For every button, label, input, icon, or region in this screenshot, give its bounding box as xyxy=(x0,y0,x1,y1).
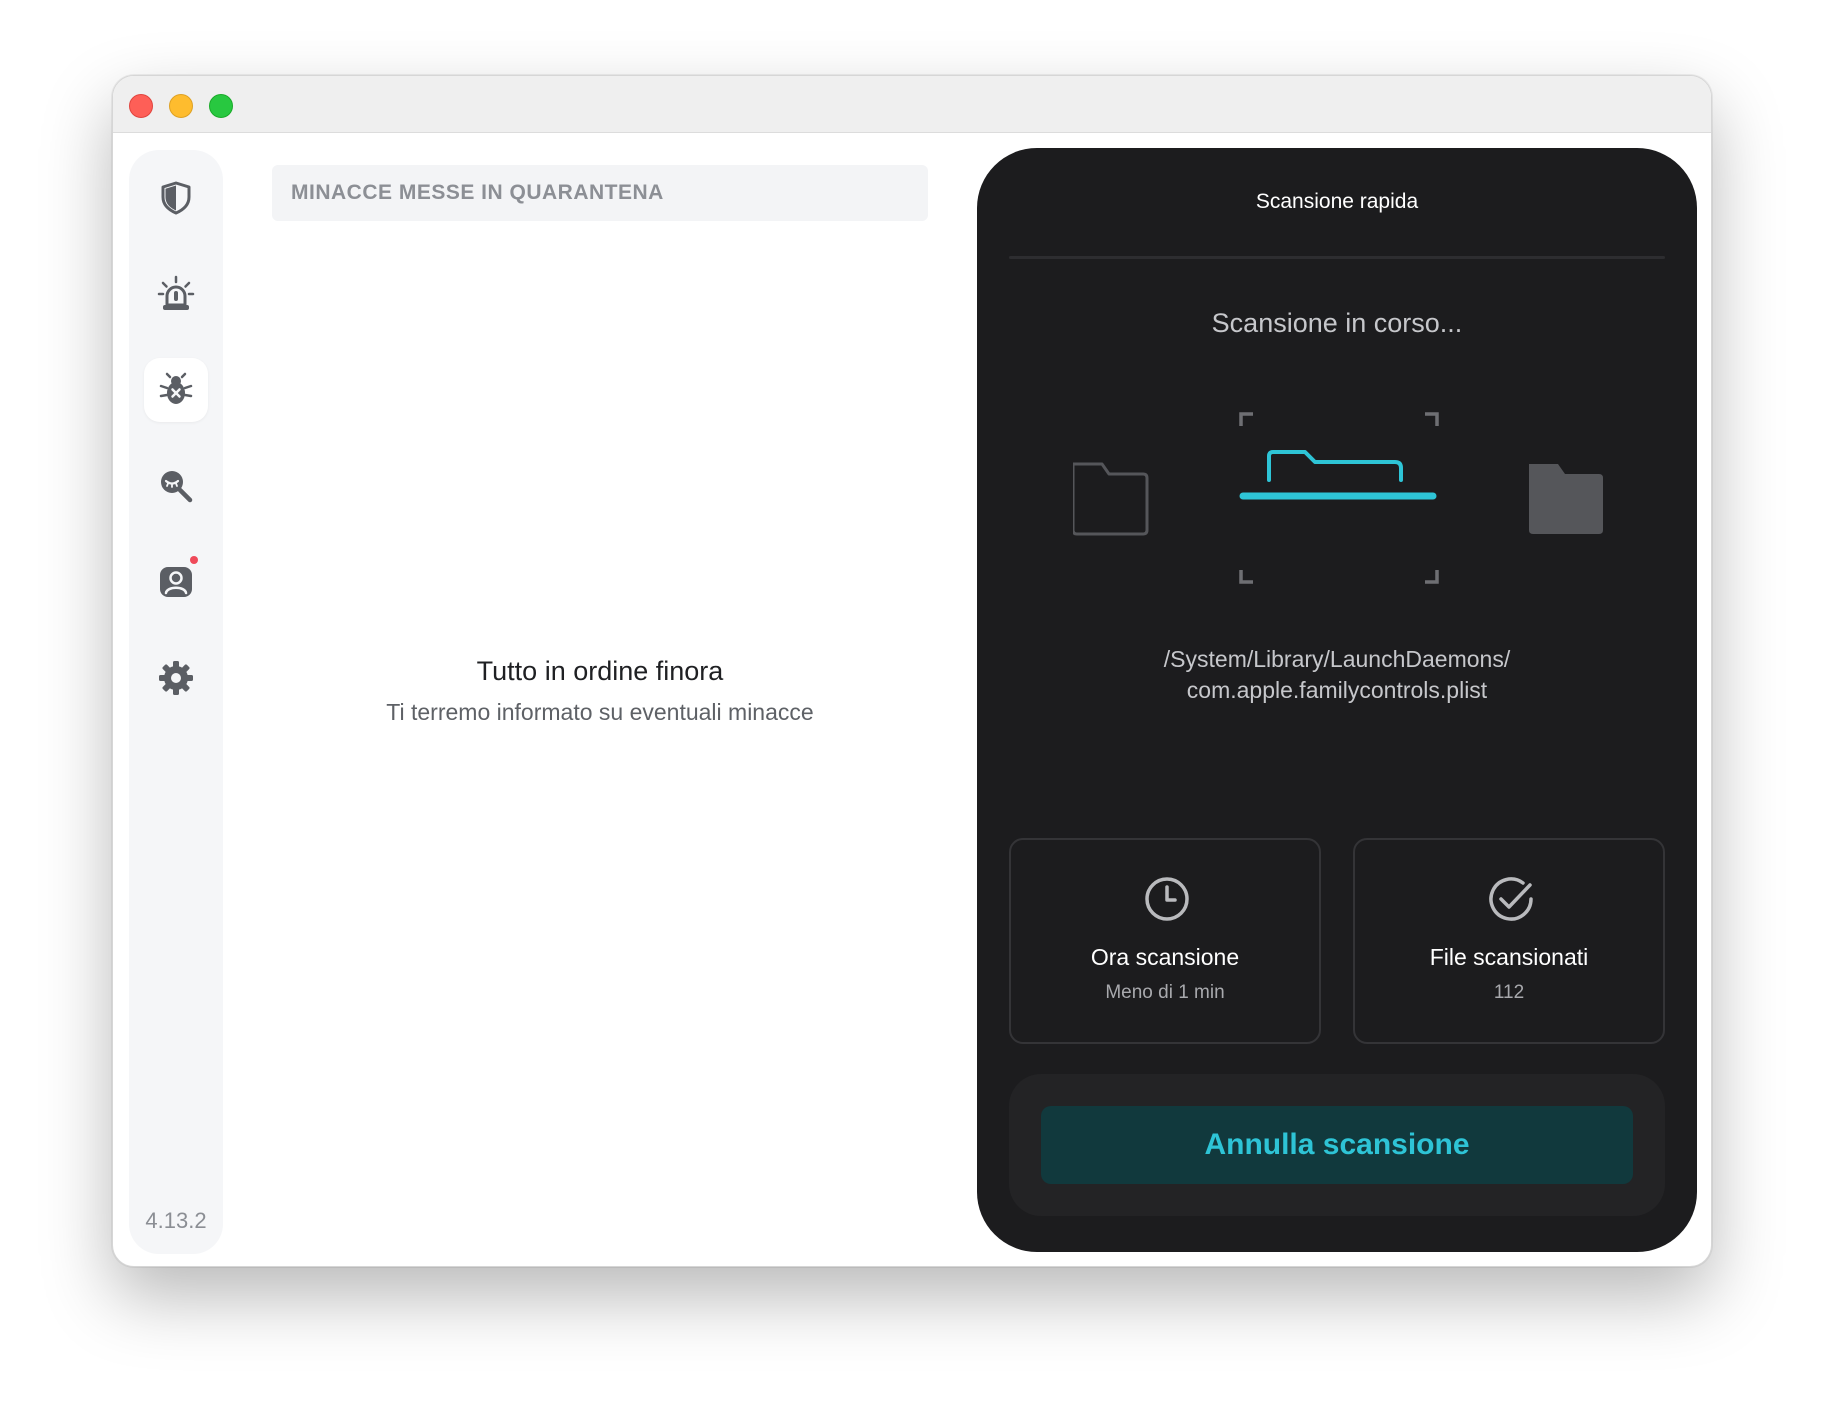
scan-time-value: Meno di 1 min xyxy=(1105,982,1225,1003)
scan-status: Scansione in corso... xyxy=(1211,308,1463,338)
checkmark-icon xyxy=(1489,877,1533,921)
empty-state: Tutto in ordine finora Ti terremo inform… xyxy=(272,656,928,726)
magnifier-icon xyxy=(161,471,193,503)
file-path-line-1: /System/Library/LaunchDaemons/ xyxy=(1163,646,1511,672)
folder-filled-icon xyxy=(1529,464,1603,534)
clock-icon xyxy=(1145,877,1189,921)
bug-icon xyxy=(159,372,193,404)
window-maximize-button[interactable] xyxy=(209,94,233,118)
current-file-path: /System/Library/LaunchDaemons/ com.apple… xyxy=(977,644,1697,706)
notification-dot xyxy=(190,556,198,564)
sidebar-item-threats[interactable] xyxy=(144,358,208,422)
sidebar: 4.13.2 xyxy=(129,150,223,1254)
scan-panel: Scansione rapida Scansione in corso... / xyxy=(977,148,1697,1252)
app-window: 4.13.2 MINACCE MESSE IN QUARANTENA Tutto… xyxy=(112,75,1712,1267)
scan-panel-title: Scansione rapida xyxy=(1255,190,1419,213)
empty-state-title: Tutto in ordine finora xyxy=(476,656,724,686)
title-bar xyxy=(113,76,1711,133)
user-icon xyxy=(160,567,192,597)
window-minimize-button[interactable] xyxy=(169,94,193,118)
file-path-line-2: com.apple.familycontrols.plist xyxy=(1186,677,1488,703)
quarantine-header: MINACCE MESSE IN QUARANTENA xyxy=(272,165,928,221)
gear-icon xyxy=(159,661,193,695)
scan-action-area: Annulla scansione xyxy=(1009,1074,1665,1216)
scan-animation xyxy=(1073,412,1603,584)
sidebar-item-protection[interactable] xyxy=(144,166,208,230)
files-scanned-card: File scansionati 112 xyxy=(1353,838,1665,1044)
scan-time-card: Ora scansione Meno di 1 min xyxy=(1009,838,1321,1044)
folder-outline-icon xyxy=(1073,462,1149,536)
files-scanned-label: File scansionati xyxy=(1429,944,1589,970)
window-close-button[interactable] xyxy=(129,94,153,118)
sidebar-item-account[interactable] xyxy=(144,550,208,614)
shield-icon xyxy=(161,181,191,215)
scan-time-label: Ora scansione xyxy=(1090,944,1240,970)
sidebar-item-alerts[interactable] xyxy=(144,262,208,326)
folder-scanning-icon xyxy=(1239,450,1437,500)
files-scanned-value: 112 xyxy=(1493,982,1525,1003)
app-version: 4.13.2 xyxy=(145,1208,207,1233)
empty-state-subtitle: Ti terremo informato su eventuali minacc… xyxy=(386,699,814,725)
sidebar-item-scanner[interactable] xyxy=(144,454,208,518)
sidebar-item-settings[interactable] xyxy=(144,646,208,710)
alarm-icon xyxy=(157,275,195,310)
cancel-scan-button[interactable]: Annulla scansione xyxy=(1041,1106,1633,1184)
scan-progress-track xyxy=(1009,256,1665,259)
